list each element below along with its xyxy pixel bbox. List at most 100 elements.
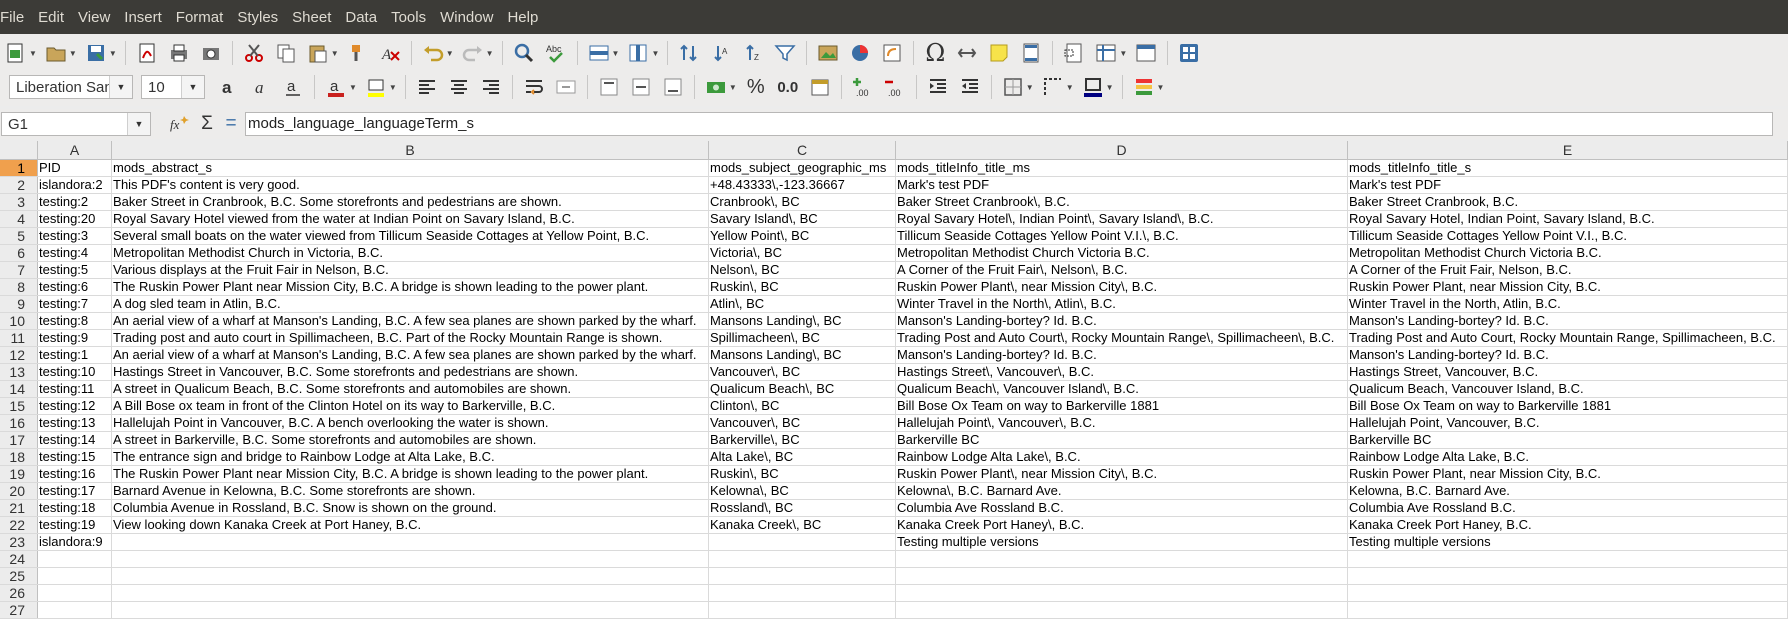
cell-b[interactable]: mods_abstract_s [112,160,709,176]
save-icon[interactable] [82,39,110,67]
redo-icon[interactable] [459,39,487,67]
insert-chart-icon[interactable] [846,39,874,67]
cell-b[interactable]: Barnard Avenue in Kelowna, B.C. Some sto… [112,483,709,499]
column-header-b[interactable]: B [112,141,709,159]
cell-a[interactable]: testing:2 [38,194,112,210]
row-dropdown-icon[interactable]: ▼ [612,49,620,58]
header-footer-icon[interactable] [1017,39,1045,67]
menu-file[interactable]: File [0,9,31,26]
cell-d[interactable]: Trading Post and Auto Court\, Rocky Moun… [896,330,1348,346]
conditional-dropdown-icon[interactable]: ▼ [1157,83,1165,92]
row-header[interactable]: 18 [0,449,38,465]
column-icon[interactable] [624,39,652,67]
border-style-dropdown-icon[interactable]: ▼ [1066,83,1074,92]
cell-e[interactable] [1348,585,1788,601]
cell-d[interactable]: Ruskin Power Plant\, near Mission City\,… [896,466,1348,482]
row-header[interactable]: 27 [0,602,38,618]
cell-b[interactable]: The entrance sign and bridge to Rainbow … [112,449,709,465]
pivot-table-icon[interactable] [878,39,906,67]
row-header[interactable]: 19 [0,466,38,482]
cell-e[interactable]: Manson's Landing-bortey? Id. B.C. [1348,347,1788,363]
cell-a[interactable]: testing:9 [38,330,112,346]
column-dropdown-icon[interactable]: ▼ [651,49,659,58]
open-dropdown-icon[interactable]: ▼ [69,49,77,58]
decrease-indent-icon[interactable] [956,73,984,101]
italic-icon[interactable]: a [247,73,275,101]
cell-b[interactable]: Trading post and auto court in Spillimac… [112,330,709,346]
cell-c[interactable]: Spillimacheen\, BC [709,330,896,346]
conditional-format-icon[interactable] [1130,73,1158,101]
menu-tools[interactable]: Tools [384,9,433,26]
cell-a[interactable]: testing:11 [38,381,112,397]
menu-help[interactable]: Help [500,9,545,26]
cell-d[interactable]: mods_titleInfo_title_ms [896,160,1348,176]
row-header[interactable]: 23 [0,534,38,550]
cell-b[interactable]: Hastings Street in Vancouver, B.C. Some … [112,364,709,380]
save-dropdown-icon[interactable]: ▼ [109,49,117,58]
show-draw-functions-icon[interactable] [1175,39,1203,67]
row-header[interactable]: 10 [0,313,38,329]
currency-format-icon[interactable] [702,73,730,101]
comment-icon[interactable] [985,39,1013,67]
cell-e[interactable]: Metropolitan Methodist Church Victoria B… [1348,245,1788,261]
cell-a[interactable]: testing:20 [38,211,112,227]
cell-c[interactable]: mods_subject_geographic_ms [709,160,896,176]
cell-a[interactable]: testing:15 [38,449,112,465]
delete-decimal-place-icon[interactable]: .00 [881,73,909,101]
row-header[interactable]: 25 [0,568,38,584]
align-middle-icon[interactable] [627,73,655,101]
percent-format-icon[interactable]: % [742,73,770,101]
cell-d[interactable]: Manson's Landing-bortey? Id. B.C. [896,347,1348,363]
cell-d[interactable]: Kelowna\, B.C. Barnard Ave. [896,483,1348,499]
date-format-icon[interactable] [806,73,834,101]
cell-a[interactable] [38,602,112,618]
menu-format[interactable]: Format [169,9,231,26]
cell-b[interactable]: Royal Savary Hotel viewed from the water… [112,211,709,227]
split-window-icon[interactable] [1132,39,1160,67]
cell-d[interactable] [896,551,1348,567]
row-header[interactable]: 15 [0,398,38,414]
cell-b[interactable]: A Bill Bose ox team in front of the Clin… [112,398,709,414]
row-header[interactable]: 26 [0,585,38,601]
cell-d[interactable]: Hallelujah Point\, Vancouver\, B.C. [896,415,1348,431]
cell-c[interactable]: Clinton\, BC [709,398,896,414]
freeze-dropdown-icon[interactable]: ▼ [1119,49,1127,58]
row-header[interactable]: 7 [0,262,38,278]
row-header[interactable]: 3 [0,194,38,210]
cell-e[interactable]: Rainbow Lodge Alta Lake, B.C. [1348,449,1788,465]
borders-icon[interactable] [999,73,1027,101]
borders-dropdown-icon[interactable]: ▼ [1026,83,1034,92]
cell-c[interactable]: Savary Island\, BC [709,211,896,227]
new-dropdown-icon[interactable]: ▼ [29,49,37,58]
sum-icon[interactable]: Σ [197,110,217,138]
cell-d[interactable]: Barkerville BC [896,432,1348,448]
cell-b[interactable]: Hallelujah Point in Vancouver, B.C. A be… [112,415,709,431]
cell-a[interactable]: islandora:2 [38,177,112,193]
merge-cells-icon[interactable] [552,73,580,101]
cell-e[interactable]: Qualicum Beach, Vancouver Island, B.C. [1348,381,1788,397]
sort-ascending-icon[interactable]: A [707,39,735,67]
row-header[interactable]: 20 [0,483,38,499]
cell-d[interactable] [896,585,1348,601]
cell-e[interactable]: Ruskin Power Plant, near Mission City, B… [1348,466,1788,482]
cell-d[interactable]: Mark's test PDF [896,177,1348,193]
sort-icon[interactable] [675,39,703,67]
cell-c[interactable]: Kanaka Creek\, BC [709,517,896,533]
cell-e[interactable]: Trading Post and Auto Court, Rocky Mount… [1348,330,1788,346]
cell-b[interactable] [112,602,709,618]
number-format-icon[interactable]: 0.0 [774,73,802,101]
column-header-c[interactable]: C [709,141,896,159]
cell-d[interactable]: A Corner of the Fruit Fair\, Nelson\, B.… [896,262,1348,278]
cell-d[interactable]: Tillicum Seaside Cottages Yellow Point V… [896,228,1348,244]
highlight-color-icon[interactable] [362,73,390,101]
cell-a[interactable]: testing:3 [38,228,112,244]
cell-b[interactable]: An aerial view of a wharf at Manson's La… [112,313,709,329]
align-bottom-icon[interactable] [659,73,687,101]
cell-c[interactable] [709,551,896,567]
cell-b[interactable]: View looking down Kanaka Creek at Port H… [112,517,709,533]
chevron-down-icon[interactable]: ▼ [127,113,150,135]
cell-e[interactable]: mods_titleInfo_title_s [1348,160,1788,176]
font-color-dropdown-icon[interactable]: ▼ [349,83,357,92]
row-header[interactable]: 13 [0,364,38,380]
cell-d[interactable]: Kanaka Creek Port Haney\, B.C. [896,517,1348,533]
